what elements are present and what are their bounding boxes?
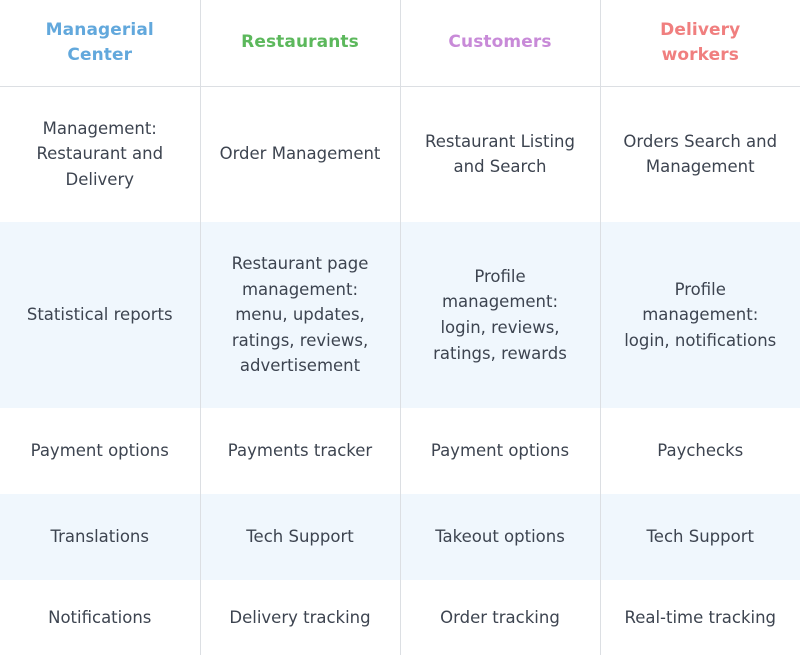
table-cell: Management: Restaurant and Delivery	[0, 86, 201, 222]
table-row: Translations Tech Support Takeout option…	[0, 494, 800, 580]
table-cell: Statistical reports	[0, 222, 201, 408]
table-cell: Tech Support	[200, 494, 401, 580]
feature-comparison-table: Managerial Center Restaurants Customers …	[0, 0, 800, 655]
column-header-managerial-center: Managerial Center	[0, 0, 201, 87]
table-header: Managerial Center Restaurants Customers …	[0, 0, 800, 87]
table-cell: Orders Search and Management	[623, 131, 778, 177]
table-row: Payment options Payments tracker Payment…	[0, 408, 800, 494]
table-cell: Profile management: login, reviews, rati…	[400, 222, 601, 408]
table-cell: Paychecks	[657, 441, 744, 461]
table-cell: Restaurant Listing and Search	[400, 86, 601, 222]
table-cell: Restaurant page management: menu, update…	[200, 222, 401, 408]
table-header-row: Managerial Center Restaurants Customers …	[0, 0, 800, 87]
table-cell: Profile management: login, notifications	[624, 279, 777, 350]
table-cell: Real-time tracking	[624, 607, 777, 627]
table-row: Statistical reports Restaurant page mana…	[0, 222, 800, 408]
table-cell: Takeout options	[400, 494, 601, 580]
table-cell: Delivery tracking	[200, 580, 401, 655]
table-cell: Payment options	[0, 408, 201, 494]
table-body: Management: Restaurant and Delivery Orde…	[0, 86, 800, 655]
column-header-customers: Customers	[400, 0, 601, 87]
table-cell: Tech Support	[646, 527, 754, 547]
table-row: Management: Restaurant and Delivery Orde…	[0, 86, 800, 222]
table-cell: Translations	[0, 494, 201, 580]
table-cell: Payments tracker	[200, 408, 401, 494]
column-header-restaurants: Restaurants	[200, 0, 401, 87]
table-row: Notifications Delivery tracking Order tr…	[0, 580, 800, 655]
table-cell: Order Management	[200, 86, 401, 222]
table-cell: Payment options	[400, 408, 601, 494]
table-cell: Notifications	[0, 580, 201, 655]
column-header-delivery-workers: Delivery workers	[600, 0, 800, 87]
table-cell: Order tracking	[400, 580, 601, 655]
